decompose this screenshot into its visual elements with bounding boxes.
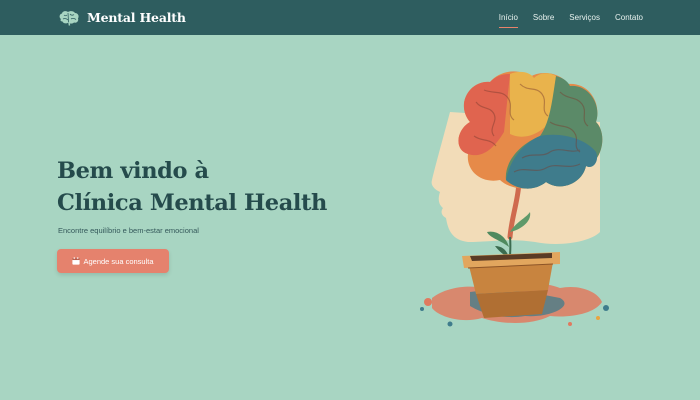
hero-title: Bem vindo à Clínica Mental Health <box>57 155 327 219</box>
schedule-appointment-label: Agende sua consulta <box>83 256 154 266</box>
hero-title-line2: Clínica Mental Health <box>57 190 328 216</box>
nav-menu: Início Sobre Serviços Contato <box>498 0 643 35</box>
nav-link-sobre[interactable]: Sobre <box>533 10 554 25</box>
brain <box>458 71 603 189</box>
navbar: Mental Health Início Sobre Serviços Cont… <box>0 0 700 35</box>
brand-name: Mental Health <box>87 10 186 25</box>
brand-logo[interactable]: Mental Health <box>58 0 186 35</box>
schedule-appointment-button[interactable]: Agende sua consulta <box>57 249 169 273</box>
calendar-icon <box>72 257 81 265</box>
nav-link-contato[interactable]: Contato <box>615 10 643 25</box>
hero-subtitle: Encontre equilíbrio e bem-estar emociona… <box>58 226 199 235</box>
nav-link-servicos[interactable]: Serviços <box>569 10 600 25</box>
hero-title-line1: Bem vindo à <box>57 158 209 184</box>
nav-link-inicio[interactable]: Início <box>498 10 519 28</box>
brain-icon <box>59 10 79 26</box>
head-brain-plant-illustration <box>420 71 609 327</box>
